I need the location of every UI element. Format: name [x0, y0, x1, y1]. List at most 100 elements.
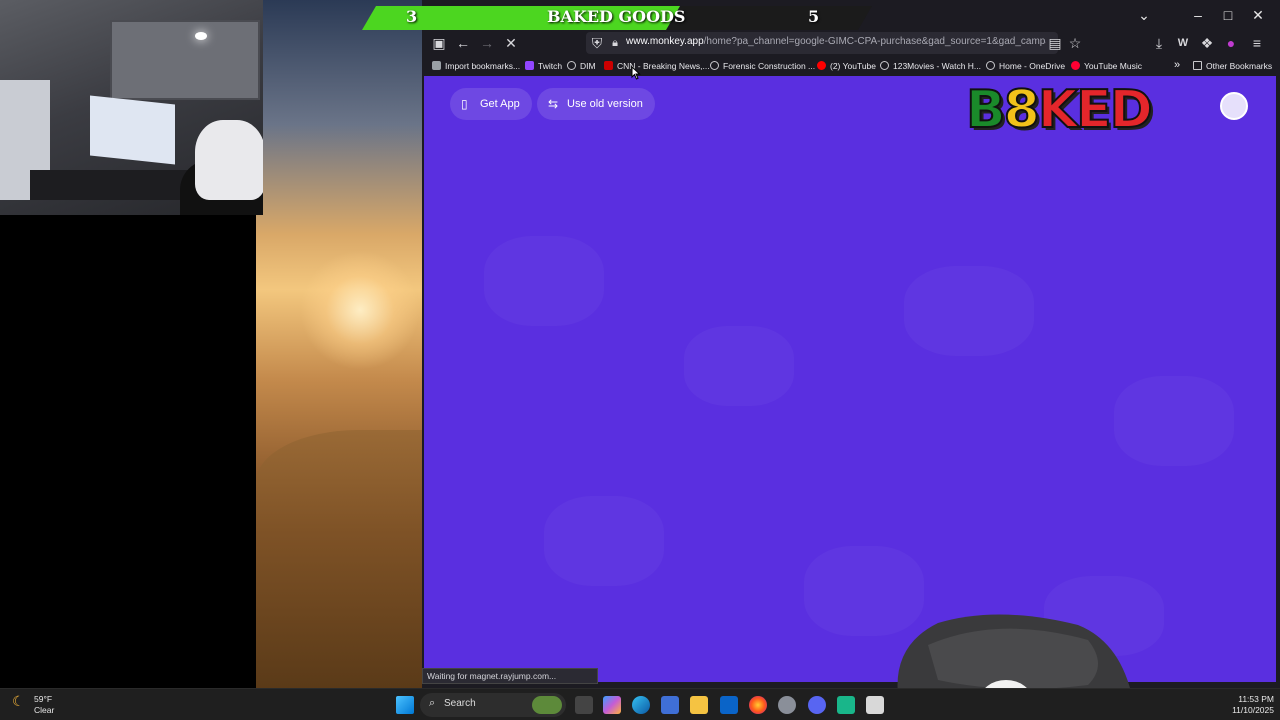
profile-icon[interactable]: ● — [1222, 34, 1240, 52]
wallpaper-hills — [256, 430, 426, 690]
url-text[interactable]: www.monkey.app/home?pa_channel=google-GI… — [626, 36, 1046, 47]
shield-icon[interactable]: ⛨ — [588, 34, 606, 52]
extensions-icon[interactable]: ❖ — [1198, 34, 1216, 52]
overlay-dark-bar — [667, 6, 872, 30]
bookmark-label: YouTube Music — [1084, 61, 1142, 71]
bookmark-cnn[interactable]: CNN - Breaking News,... — [604, 59, 710, 75]
logo-letter-8: 8 — [1003, 79, 1041, 141]
taskbar-search-box[interactable]: ⌕ Search — [420, 693, 566, 717]
moon-icon: ☾ — [12, 693, 25, 709]
background-blob — [904, 266, 1034, 356]
wallpaper-sun — [300, 250, 420, 370]
user-avatar[interactable] — [1220, 92, 1248, 120]
more-bookmarks-chevron-icon[interactable]: » — [1174, 59, 1180, 75]
status-bar: Waiting for magnet.rayjump.com... — [422, 668, 598, 684]
lock-icon[interactable]: 🔒︎ — [606, 34, 624, 52]
sidebar-toggle-icon[interactable]: ▣ — [430, 34, 448, 52]
store-icon[interactable] — [661, 696, 679, 714]
file-explorer-icon[interactable] — [690, 696, 708, 714]
logo-letter-k: K — [1037, 79, 1079, 141]
globe-icon — [986, 61, 995, 70]
swap-icon: ⇆ — [548, 97, 559, 111]
logo-letter-d: D — [1109, 79, 1154, 141]
address-bar[interactable]: ⛨ 🔒︎ www.monkey.app/home?pa_channel=goog… — [586, 32, 1058, 54]
b8ked-logo: B8KED — [965, 78, 1211, 142]
youtube-icon — [817, 61, 826, 70]
bookmark-dim[interactable]: DIM — [567, 59, 596, 75]
get-app-label: Get App — [480, 98, 520, 110]
account-icon[interactable]: W — [1174, 34, 1192, 52]
bookmark-forensic[interactable]: Forensic Construction ... — [710, 59, 815, 75]
background-blob — [684, 326, 794, 406]
twitch-icon — [525, 61, 534, 70]
globe-icon — [710, 61, 719, 70]
bookmark-label: Twitch — [538, 61, 563, 71]
outlook-icon[interactable] — [720, 696, 738, 714]
menu-icon[interactable]: ≡ — [1248, 34, 1266, 52]
search-label: Search — [444, 698, 476, 709]
search-highlight-icon — [532, 696, 562, 714]
url-path: /home?pa_channel=google-GIMC-CPA-purchas… — [703, 36, 1046, 47]
windows-taskbar: ☾ 59°F Clear ⌕ Search 11:53 PM 11/10/202… — [0, 688, 1280, 720]
bookmark-onedrive[interactable]: Home - OneDrive — [986, 59, 1065, 75]
start-button-windows-icon[interactable] — [396, 696, 414, 714]
folder-icon — [1193, 61, 1202, 70]
bookmark-star-icon[interactable]: ☆ — [1066, 34, 1084, 52]
overlay-title: BAKED GOODS — [547, 7, 686, 26]
notepad-icon[interactable] — [866, 696, 884, 714]
discord-icon[interactable] — [808, 696, 826, 714]
weather-desc: Clear — [34, 705, 55, 715]
mouse-cursor-icon — [631, 66, 641, 80]
use-old-version-label: Use old version — [567, 98, 643, 110]
cnn-icon — [604, 61, 613, 70]
close-button[interactable]: ✕ — [1248, 6, 1268, 24]
background-blob — [484, 236, 604, 326]
bookmark-123movies[interactable]: 123Movies - Watch H... — [880, 59, 981, 75]
stop-loading-button[interactable]: ✕ — [502, 34, 520, 52]
other-bookmarks-label: Other Bookmarks — [1206, 61, 1273, 71]
overlay-left-number: 3 — [406, 7, 418, 26]
minimize-button[interactable]: – — [1188, 6, 1208, 24]
navigation-toolbar: ▣ ← → ✕ ⛨ 🔒︎ www.monkey.app/home?pa_chan… — [422, 30, 1280, 56]
webcam-feed — [0, 0, 263, 215]
globe-icon — [567, 61, 576, 70]
back-button[interactable]: ← — [454, 34, 472, 52]
logo-letter-b: B — [965, 79, 1007, 141]
reader-view-icon[interactable]: ▤ — [1046, 34, 1064, 52]
url-domain: www.monkey.app — [626, 36, 704, 47]
import-icon — [432, 61, 441, 70]
bookmark-twitch[interactable]: Twitch — [525, 59, 562, 75]
bookmark-youtube-music[interactable]: YouTube Music — [1071, 59, 1142, 75]
bookmark-import[interactable]: Import bookmarks... — [432, 59, 520, 75]
maximize-button[interactable]: □ — [1218, 6, 1238, 24]
webcam-headphones — [195, 120, 263, 200]
list-all-tabs-icon[interactable]: ⌄ — [1134, 6, 1154, 24]
background-blob — [544, 496, 664, 586]
page-content: ▯ Get App ⇆ Use old version B8KED — [424, 76, 1276, 682]
weather-temp: 59°F — [34, 694, 53, 704]
use-old-version-button[interactable]: ⇆ Use old version — [537, 88, 655, 120]
bookmark-label: DIM — [580, 61, 596, 71]
downloads-icon[interactable]: ⤓ — [1150, 34, 1168, 52]
other-bookmarks-folder[interactable]: Other Bookmarks — [1193, 59, 1272, 75]
bookmark-youtube[interactable]: (2) YouTube — [817, 59, 876, 75]
clock-time: 11:53 PM — [1238, 694, 1274, 704]
forward-button[interactable]: → — [478, 34, 496, 52]
bookmark-label: 123Movies - Watch H... — [893, 61, 982, 71]
bookmark-label: Forensic Construction ... — [723, 61, 816, 71]
bookmark-label: (2) YouTube — [830, 61, 876, 71]
get-app-button[interactable]: ▯ Get App — [450, 88, 532, 120]
logo-letter-e: E — [1075, 79, 1112, 141]
edge-icon[interactable] — [632, 696, 650, 714]
youtube-music-icon — [1071, 61, 1080, 70]
overlay-right-number: 5 — [808, 7, 820, 26]
bookmarks-toolbar: Import bookmarks... Twitch DIM CNN - Bre… — [422, 56, 1280, 76]
background-blob — [1114, 376, 1234, 466]
settings-gear-icon[interactable] — [778, 696, 796, 714]
firefox-icon[interactable] — [749, 696, 767, 714]
globe-icon — [880, 61, 889, 70]
copilot-icon[interactable] — [603, 696, 621, 714]
taskbar-clock[interactable]: 11:53 PM 11/10/2025 — [1218, 694, 1274, 716]
task-view-icon[interactable] — [575, 696, 593, 714]
app-icon[interactable] — [837, 696, 855, 714]
